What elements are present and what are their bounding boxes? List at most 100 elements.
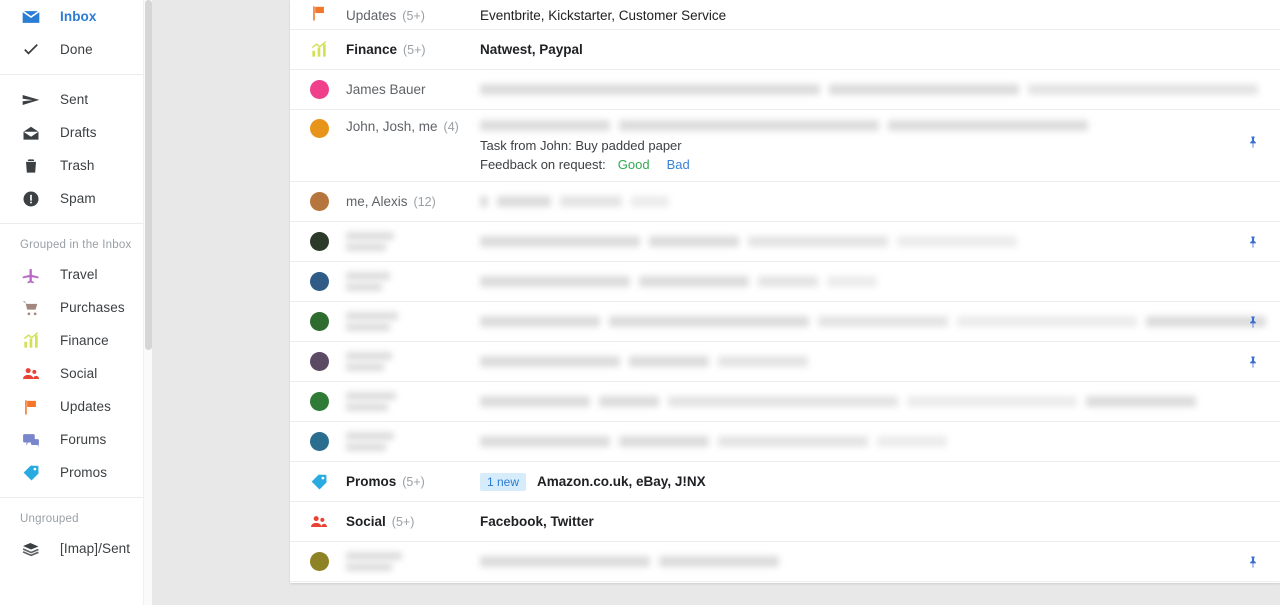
message-body: [480, 316, 1280, 327]
redaction-bar: [748, 236, 888, 247]
pin-icon[interactable]: [1246, 134, 1260, 150]
subject-line: 1 new Amazon.co.uk, eBay, J!NX: [480, 472, 706, 491]
redaction-bar: [346, 363, 384, 371]
people-icon: [20, 363, 42, 385]
redacted-subject: [480, 356, 808, 367]
redaction-bar: [639, 276, 749, 287]
redacted-subject: [480, 276, 877, 287]
sidebar-item-done[interactable]: Done: [0, 33, 152, 66]
message-row[interactable]: Finance (5+) Natwest, Paypal: [290, 30, 1280, 70]
sidebar-item-finance[interactable]: Finance: [0, 324, 152, 357]
avatar: [290, 392, 332, 411]
subject-text: Facebook, Twitter: [480, 514, 594, 529]
send-paperplane-icon: [20, 89, 42, 111]
redaction-bar: [480, 120, 610, 131]
redacted-subject: [480, 120, 1230, 131]
message-body: Facebook, Twitter: [480, 514, 1280, 529]
sidebar-item-label: Finance: [60, 333, 109, 348]
redacted-sender: [346, 392, 396, 411]
sidebar-item-promos[interactable]: Promos: [0, 456, 152, 489]
message-count: (5+): [391, 514, 415, 529]
message-row[interactable]: Promos (5+) 1 new Amazon.co.uk, eBay, J!NX: [290, 462, 1280, 502]
message-row[interactable]: Updates (5+) Eventbrite, Kickstarter, Cust…: [290, 0, 1280, 30]
message-row[interactable]: [290, 342, 1280, 382]
pin-icon[interactable]: [1246, 554, 1260, 570]
feedback-prompt: Feedback on request: Good Bad: [480, 157, 1230, 172]
avatar-circle: [309, 432, 329, 451]
redaction-bar: [827, 276, 877, 287]
sidebar-grouped-title: Grouped in the Inbox: [20, 239, 132, 251]
subject-text: Eventbrite, Kickstarter, Customer Servic…: [480, 8, 727, 23]
message-row[interactable]: [290, 382, 1280, 422]
avatar: [290, 119, 332, 138]
task-text: Task from John: Buy padded paper: [480, 138, 682, 153]
sidebar-scrollbar[interactable]: [143, 0, 152, 605]
pin-icon[interactable]: [1246, 354, 1260, 370]
redaction-bar: [649, 236, 739, 247]
redaction-bar: [818, 316, 948, 327]
message-row[interactable]: [290, 422, 1280, 462]
pin-icon[interactable]: [1246, 314, 1260, 330]
message-row[interactable]: me, Alexis (12): [290, 182, 1280, 222]
forum-icon: [20, 429, 42, 451]
sidebar-item-sent[interactable]: Sent: [0, 83, 152, 116]
message-body: Task from John: Buy padded paper Feedback…: [480, 110, 1280, 172]
redaction-bar: [758, 276, 818, 287]
redaction-bar: [346, 272, 390, 280]
redaction-bar: [877, 436, 947, 447]
message-count: (5+): [402, 8, 425, 23]
redaction-bar: [957, 316, 1137, 327]
sidebar-item-label: Social: [60, 366, 98, 381]
avatar: [290, 192, 332, 211]
sidebar-item-label: Travel: [60, 267, 98, 282]
pin-icon[interactable]: [1246, 234, 1260, 250]
message-body: 1 new Amazon.co.uk, eBay, J!NX: [480, 472, 1280, 491]
avatar: [290, 552, 332, 571]
sidebar-item-purchases[interactable]: Purchases: [0, 291, 152, 324]
redaction-bar: [497, 196, 551, 207]
sidebar-item-travel[interactable]: Travel: [0, 258, 152, 291]
message-row[interactable]: John, Josh, me (4) Task from John: Buy pad…: [290, 110, 1280, 182]
inbox-app: Inbox Done Sent Drafts Trash Spam Grouped in…: [0, 0, 1280, 605]
sidebar-item-social[interactable]: Social: [0, 357, 152, 390]
message-list-region: Updates (5+) Eventbrite, Kickstarter, Cust…: [290, 0, 1280, 605]
sidebar-item-label: Purchases: [60, 300, 125, 315]
feedback-good-link[interactable]: Good: [618, 157, 650, 172]
message-row[interactable]: James Bauer: [290, 70, 1280, 110]
avatar-circle: [309, 272, 329, 291]
message-row[interactable]: [290, 302, 1280, 342]
avatar-circle: [309, 80, 329, 99]
sidebar-item-inbox[interactable]: Inbox: [0, 0, 152, 33]
flag-icon: [290, 3, 332, 23]
sender-column: [332, 552, 480, 571]
sidebar-item-imap-sent[interactable]: [Imap]/Sent: [0, 532, 152, 565]
message-body: [480, 556, 1280, 567]
sender-column: [332, 312, 480, 331]
sidebar-divider-1: [0, 74, 152, 75]
redaction-bar: [346, 232, 394, 240]
sidebar-item-label: Sent: [60, 92, 89, 107]
message-count: (12): [413, 194, 436, 209]
message-list-card: Updates (5+) Eventbrite, Kickstarter, Cust…: [290, 0, 1280, 583]
redacted-sender: [346, 272, 390, 291]
message-row[interactable]: [290, 542, 1280, 582]
redaction-bar: [1028, 84, 1258, 95]
sidebar-item-updates[interactable]: Updates: [0, 390, 152, 423]
message-row[interactable]: [290, 262, 1280, 302]
sidebar-item-drafts[interactable]: Drafts: [0, 116, 152, 149]
sidebar-scrollbar-thumb[interactable]: [145, 0, 152, 350]
avatar: [290, 352, 332, 371]
cart-icon: [20, 297, 42, 319]
sidebar-item-spam[interactable]: Spam: [0, 182, 152, 215]
redaction-bar: [1086, 396, 1196, 407]
sidebar-item-label: Spam: [60, 191, 96, 206]
feedback-bad-link[interactable]: Bad: [667, 157, 690, 172]
redaction-bar: [560, 196, 622, 207]
people-icon: [290, 512, 332, 532]
avatar: [290, 80, 332, 99]
sidebar-item-forums[interactable]: Forums: [0, 423, 152, 456]
sidebar-item-trash[interactable]: Trash: [0, 149, 152, 182]
sender-column: John, Josh, me (4): [332, 119, 480, 134]
message-row[interactable]: [290, 222, 1280, 262]
message-row[interactable]: Social (5+) Facebook, Twitter: [290, 502, 1280, 542]
